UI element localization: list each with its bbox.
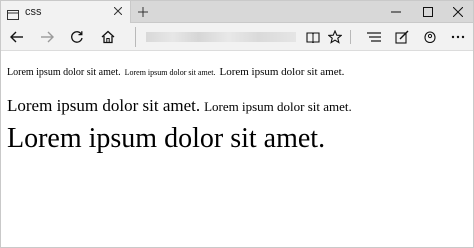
toolbar: [1, 23, 473, 51]
home-button[interactable]: [98, 27, 118, 47]
address-url-obscured: [146, 32, 296, 42]
web-note-button[interactable]: [392, 27, 412, 47]
tab-bar: css: [1, 1, 473, 23]
text-medium: Lorem ipsum dolor sit amet.: [7, 67, 121, 78]
favorites-button[interactable]: [325, 27, 345, 47]
web-note-icon: [395, 30, 409, 44]
tab-title: css: [25, 6, 42, 18]
back-arrow-icon: [10, 31, 23, 43]
star-icon: [328, 30, 342, 44]
maximize-button[interactable]: [413, 1, 443, 23]
close-window-button[interactable]: [443, 1, 473, 23]
toolbar-separator: [350, 30, 351, 44]
minimize-icon: [391, 11, 401, 13]
text-small: Lorem ipsum dolor sit amet.: [124, 68, 216, 77]
maximize-icon: [423, 7, 433, 17]
reading-view-button[interactable]: [303, 27, 323, 47]
forward-arrow-icon: [41, 31, 54, 43]
home-icon: [101, 30, 115, 44]
hub-button[interactable]: [364, 27, 384, 47]
page-icon: [7, 7, 19, 20]
close-icon: [453, 7, 463, 17]
refresh-icon: [71, 31, 83, 43]
new-tab-button[interactable]: [135, 4, 151, 20]
text-line-2: Lorem ipsum dolor sit amet. Lorem ipsum …: [7, 97, 352, 115]
address-bar[interactable]: [135, 27, 301, 47]
page-content: Lorem ipsum dolor sit amet. Lorem ipsum …: [1, 52, 473, 247]
text-x-large: Lorem ipsum dolor sit amet.: [7, 123, 326, 154]
tab-css[interactable]: css: [1, 1, 131, 23]
text-line-1: Lorem ipsum dolor sit amet. Lorem ipsum …: [7, 63, 344, 79]
reading-view-icon: [306, 32, 320, 43]
more-icon: [451, 35, 465, 39]
forward-button[interactable]: [37, 27, 57, 47]
browser-window: css Lorem ipsum dolor sit amet. Lorem ip…: [0, 0, 474, 248]
hub-icon: [367, 32, 381, 42]
more-button[interactable]: [448, 27, 468, 47]
back-button[interactable]: [7, 27, 27, 47]
text-line-3: Lorem ipsum dolor sit amet.: [7, 125, 325, 153]
close-tab-icon[interactable]: [112, 5, 124, 17]
plus-icon: [138, 7, 148, 17]
share-button[interactable]: [420, 27, 440, 47]
minimize-button[interactable]: [381, 1, 411, 23]
refresh-button[interactable]: [67, 27, 87, 47]
text-larger-relative: Lorem ipsum dolor sit amet.: [204, 99, 352, 114]
share-icon: [424, 31, 436, 44]
text-large: Lorem ipsum dolor sit amet.: [7, 96, 201, 115]
text-medium-large: Lorem ipsum dolor sit amet.: [219, 66, 345, 78]
